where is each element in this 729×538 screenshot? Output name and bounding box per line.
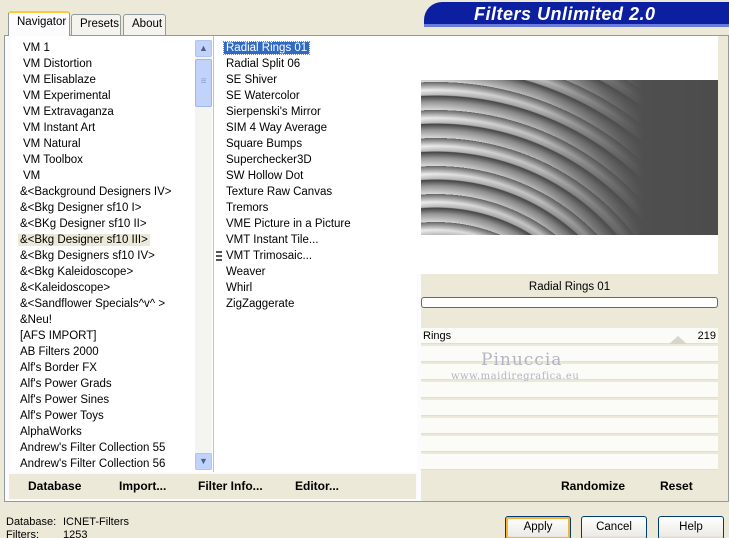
filter-item[interactable]: Sierpenski's Mirror (224, 104, 323, 120)
category-item[interactable]: VM Toolbox (21, 152, 85, 168)
slider-thumb[interactable] (669, 336, 687, 344)
param-label: Rings (423, 330, 452, 342)
import-button[interactable]: Import... (119, 479, 166, 493)
app-title: Filters Unlimited 2.0 (474, 4, 656, 24)
filter-item[interactable]: VMT Instant Tile... (224, 232, 320, 248)
category-item[interactable]: VM Extravaganza (21, 104, 116, 120)
randomize-button[interactable]: Randomize (561, 479, 625, 493)
editor-button[interactable]: Editor... (295, 479, 339, 493)
filter-info-button[interactable]: Filter Info... (198, 479, 263, 493)
filter-item[interactable]: Superchecker3D (224, 152, 314, 168)
tab-about[interactable]: About (123, 14, 166, 35)
filter-item[interactable]: Weaver (224, 264, 267, 280)
bottom-toolbar: Database Import... Filter Info... Editor… (9, 474, 416, 499)
cancel-button[interactable]: Cancel (581, 516, 647, 538)
param-row (421, 346, 718, 362)
category-item[interactable]: VM (21, 168, 42, 184)
category-item[interactable]: Alf's Border FX (18, 360, 99, 376)
status-filters-key: Filters: (6, 529, 39, 538)
filter-item[interactable]: Texture Raw Canvas (224, 184, 334, 200)
category-item[interactable]: &<Bkg Designer sf10 I> (18, 200, 143, 216)
param-value: 219 (697, 330, 716, 342)
category-item[interactable]: VM 1 (21, 40, 52, 56)
help-button[interactable]: Help (658, 516, 724, 538)
tab-presets[interactable]: Presets (71, 14, 121, 35)
filter-item[interactable]: SIM 4 Way Average (224, 120, 329, 136)
status-database-key: Database: (6, 516, 57, 528)
category-item[interactable]: AB Filters 2000 (18, 344, 101, 360)
filter-item[interactable]: VME Picture in a Picture (224, 216, 353, 232)
preview-image (421, 80, 718, 235)
status-database-value: ICNET-Filters (63, 516, 129, 528)
param-row (421, 454, 718, 470)
category-item[interactable]: VM Elisablaze (21, 72, 98, 88)
filter-item[interactable]: Whirl (224, 280, 254, 296)
scroll-down-icon[interactable]: ▼ (195, 453, 212, 470)
category-item[interactable]: Alf's Power Toys (18, 408, 106, 424)
category-item[interactable]: [AFS IMPORT] (18, 328, 98, 344)
filter-item[interactable]: Square Bumps (224, 136, 304, 152)
category-item[interactable]: &<Bkg Designers sf10 IV> (18, 248, 157, 264)
filter-item-selected[interactable]: Radial Rings 01 (222, 40, 311, 56)
category-list[interactable]: VM 1 VM Distortion VM Elisablaze VM Expe… (11, 36, 213, 472)
filter-item[interactable]: Tremors (224, 200, 270, 216)
category-item[interactable]: VM Instant Art (21, 120, 97, 136)
category-item[interactable]: VM Distortion (21, 56, 94, 72)
param-row-rings[interactable]: Rings 219 (421, 328, 718, 344)
param-row (421, 418, 718, 434)
category-item[interactable]: &<Sandflower Specials^v^ > (18, 296, 167, 312)
category-item[interactable]: VM Experimental (21, 88, 113, 104)
filter-item[interactable]: SW Hollow Dot (224, 168, 305, 184)
category-item[interactable]: &<BKg Designer sf10 II> (18, 216, 149, 232)
category-item[interactable]: Andrew's Filter Collection 55 (18, 440, 167, 456)
progress-bar (421, 297, 718, 308)
filter-list[interactable]: Radial Rings 01 Radial Split 06 SE Shive… (213, 36, 417, 472)
filter-item-editor[interactable]: VMT Trimosaic... (216, 248, 314, 264)
scroll-up-icon[interactable]: ▲ (195, 40, 212, 57)
apply-button[interactable]: Apply (505, 516, 571, 538)
param-row (421, 436, 718, 452)
navigator-panel: VM 1 VM Distortion VM Elisablaze VM Expe… (4, 35, 729, 502)
parameter-list: Rings 219 (421, 328, 718, 472)
category-item[interactable]: AlphaWorks (18, 424, 84, 440)
filter-item[interactable]: Radial Split 06 (224, 56, 302, 72)
category-item[interactable]: VM Natural (21, 136, 83, 152)
category-item[interactable]: &<Kaleidoscope> (18, 280, 112, 296)
category-item[interactable]: Alf's Power Grads (18, 376, 114, 392)
category-item[interactable]: &<Bkg Kaleidoscope> (18, 264, 135, 280)
watermark-name: Pinuccia (481, 350, 563, 370)
editor-grip-icon (216, 250, 222, 261)
filter-item[interactable]: SE Watercolor (224, 88, 302, 104)
scroll-thumb[interactable]: ≡ (195, 59, 212, 107)
category-item[interactable]: &Neu! (18, 312, 54, 328)
tab-navigator[interactable]: Navigator (8, 11, 70, 36)
filter-item[interactable]: SE Shiver (224, 72, 279, 88)
watermark-site: www.maidiregrafica.eu (451, 371, 580, 382)
reset-button[interactable]: Reset (660, 479, 693, 493)
param-row (421, 400, 718, 416)
param-row (421, 382, 718, 398)
status-filters-value: 1253 (63, 529, 88, 538)
current-filter-name: Radial Rings 01 (528, 281, 611, 293)
category-scrollbar[interactable]: ▲ ≡ ▼ (195, 40, 212, 470)
category-item[interactable]: &<Background Designers IV> (18, 184, 174, 200)
category-item-selected[interactable]: &<Bkg Designer sf10 III> (18, 232, 150, 248)
category-item[interactable]: Alf's Power Sines (18, 392, 111, 408)
filter-item[interactable]: ZigZaggerate (224, 296, 296, 312)
database-button[interactable]: Database (28, 479, 81, 493)
category-item[interactable]: Andrew's Filter Collection 56 (18, 456, 167, 472)
